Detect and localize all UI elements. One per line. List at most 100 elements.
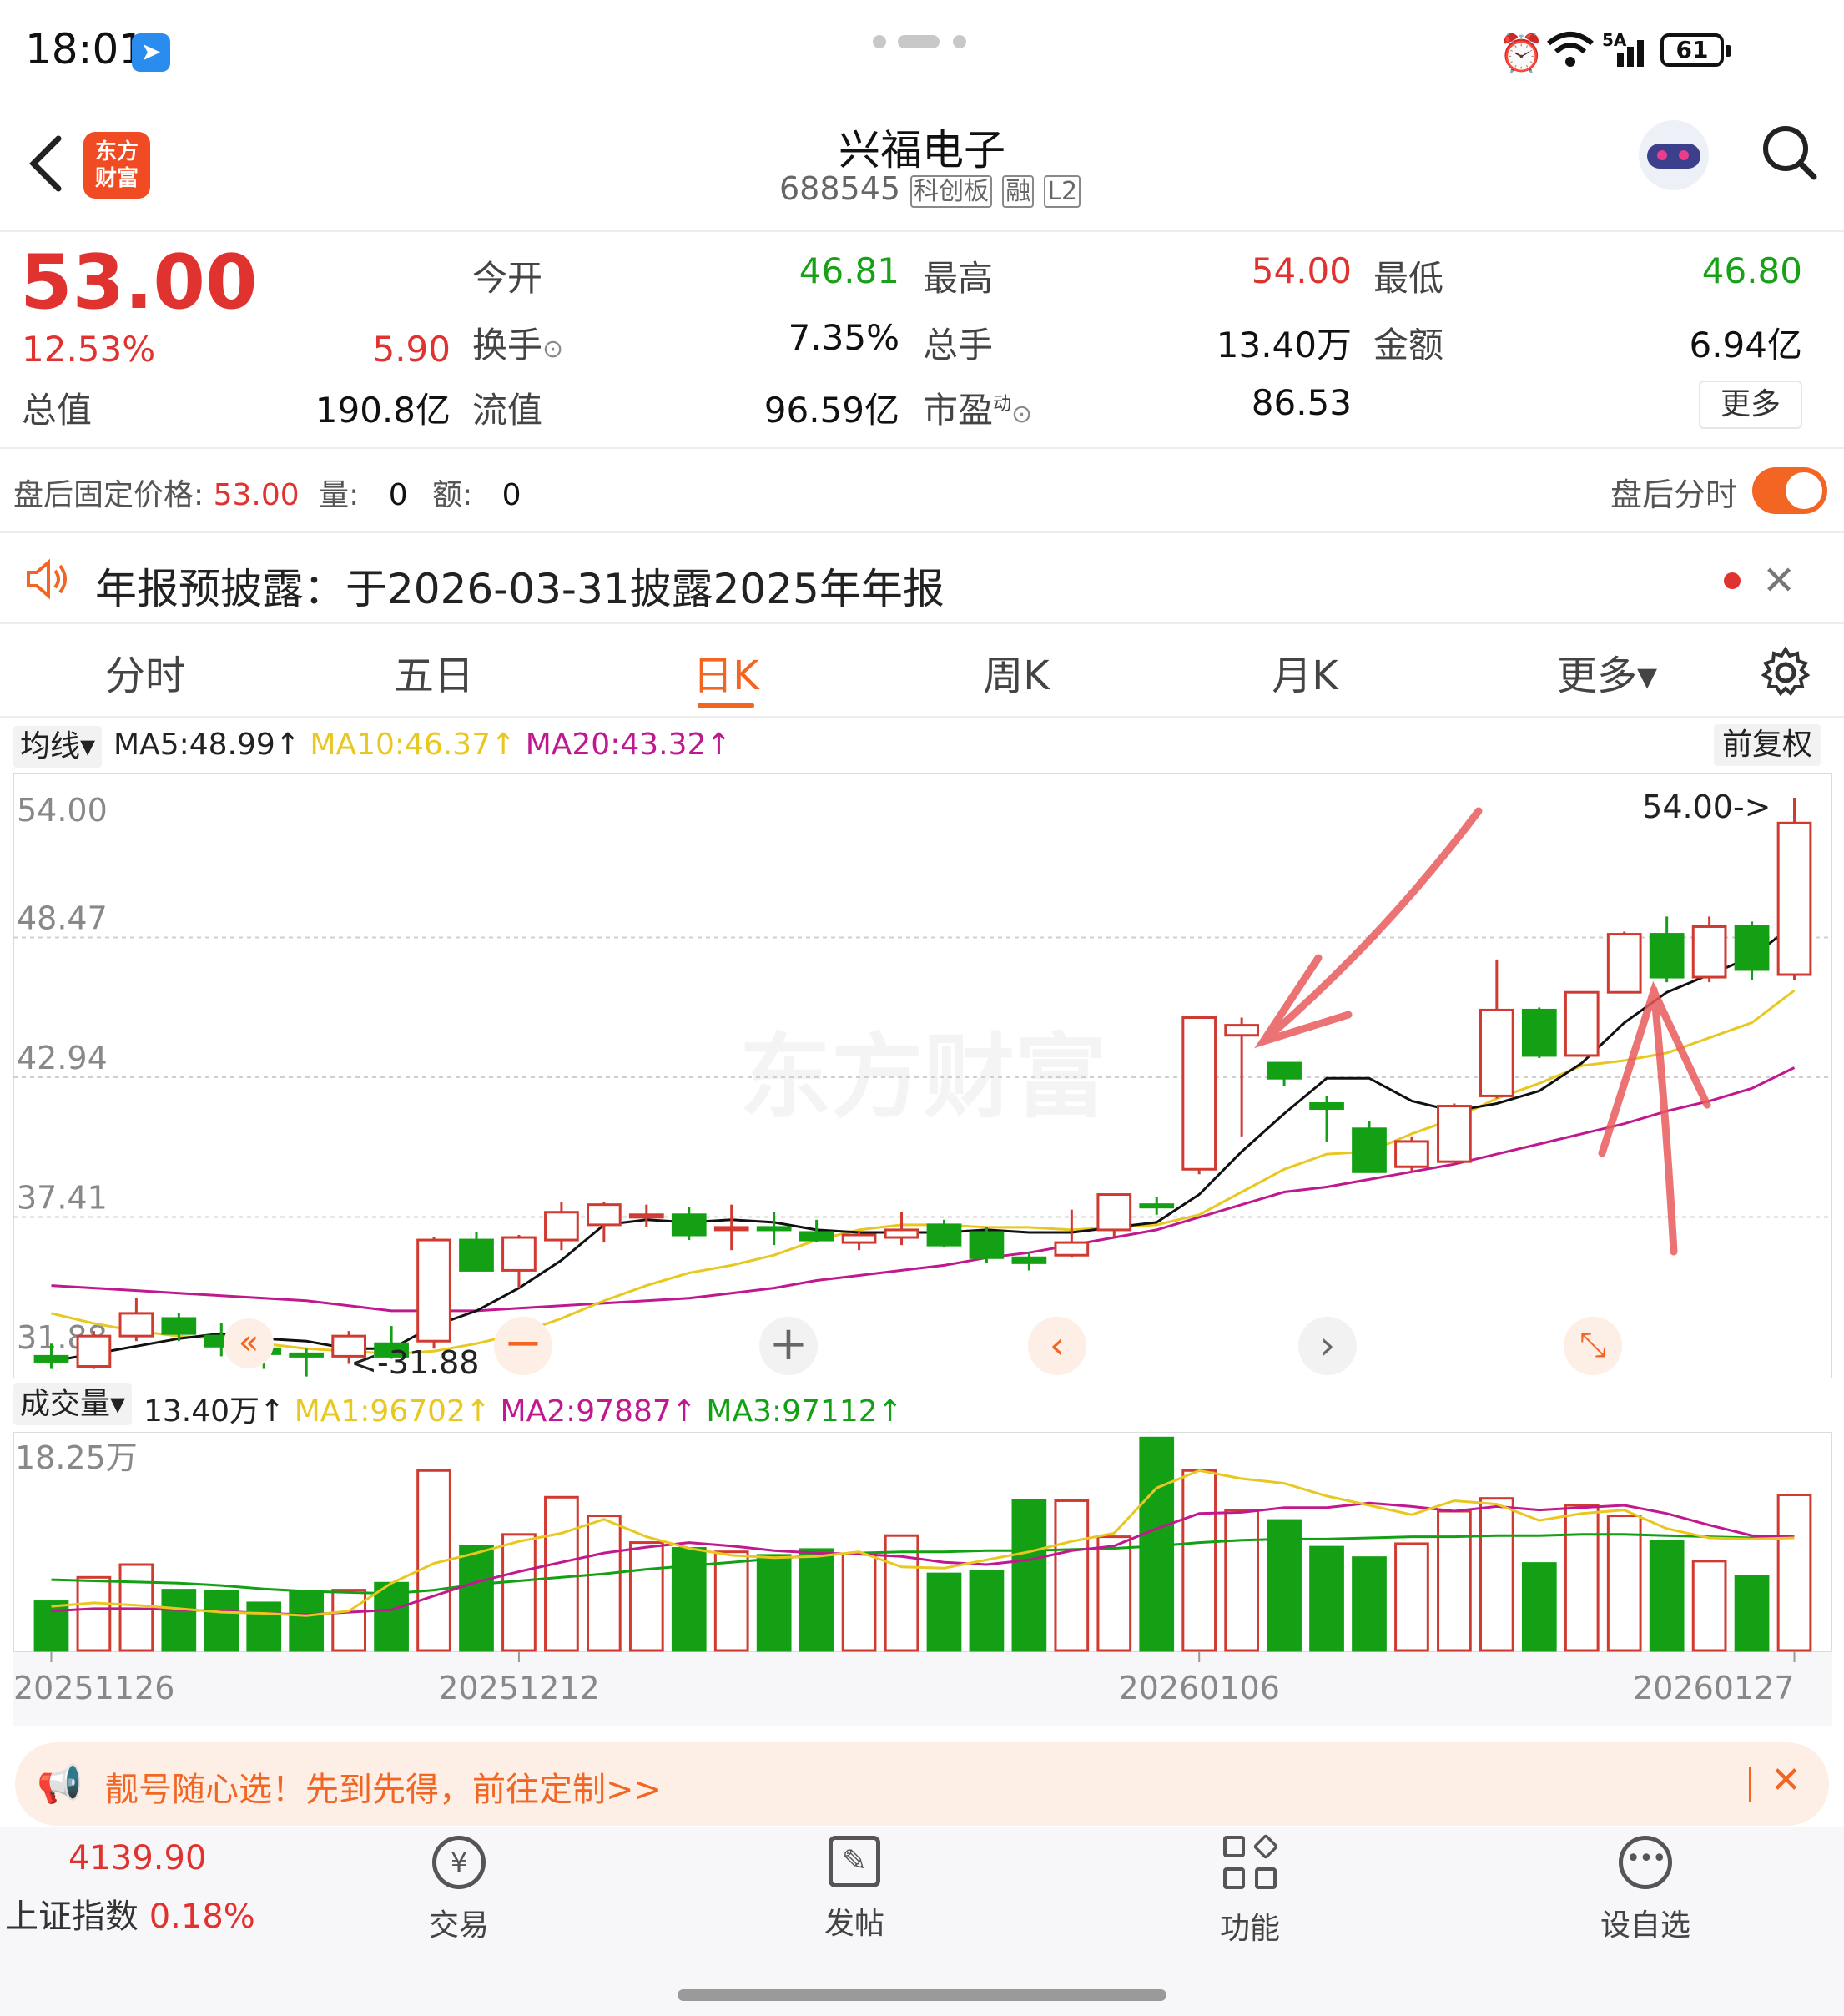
pe-sup: 动 [993,394,1012,415]
candle-body [671,1213,707,1237]
price-adjust-button[interactable]: 前复权 [1714,724,1821,766]
robot-assistant-icon[interactable] [1639,120,1709,190]
stock-name: 兴福电子 [839,126,1005,174]
date-label: 20251126 [13,1670,174,1706]
index-value[interactable]: 4139.90 [68,1839,206,1877]
candle-body [713,1226,749,1232]
price-axis-label: 42.94 [17,1040,108,1076]
app-logo: 东方 财富 [83,132,150,199]
nav-functions[interactable]: 功能 [1125,1833,1375,1948]
date-axis-bg [13,1652,1832,1726]
tab-more[interactable]: 更多▾ [1465,643,1749,701]
candle-body [1267,1061,1302,1080]
back-button[interactable] [25,134,65,197]
more-button[interactable]: 更多 [1699,381,1802,429]
after-hours-toggle[interactable] [1752,467,1827,514]
scroll-right-button[interactable]: › [1298,1317,1357,1375]
volume-chart[interactable]: 18.25万 20251126 20251212 20260106 20260127 [13,1432,1832,1726]
notice-text[interactable]: 年报预披露：于2026-03-31披露2025年年报 [95,556,945,616]
candle-body [501,1236,537,1272]
signal-icon: 5A [1602,30,1650,70]
badge-star-market: 科创板 [910,175,993,208]
volume-axis-label: 18.25万 [15,1439,138,1476]
candle-body [1309,1102,1344,1111]
candle-body [459,1238,494,1272]
candle-body [1224,1024,1260,1037]
total-value: 190.8亿 [315,390,451,431]
volume-bar [1521,1562,1557,1652]
hand-drawn-arrow [1254,807,1483,1049]
low-label: 最低 [1373,258,1444,299]
battery-icon: 61 [1660,33,1731,67]
tab-daily-k[interactable]: 日K [584,643,868,701]
fast-back-button[interactable]: « [224,1318,274,1368]
app-notification-icon: ➤ [132,33,170,72]
nav-post[interactable]: ✎ 发帖 [729,1836,980,1943]
info-icon[interactable]: ⊙ [542,335,563,364]
date-label: 20260106 [1118,1670,1279,1706]
volume-bar [1224,1509,1260,1652]
close-banner-icon[interactable]: ✕ [1771,1759,1801,1802]
zoom-in-button[interactable]: + [759,1317,818,1375]
volume-bar [1437,1509,1472,1652]
settings-gear-icon[interactable] [1759,646,1812,703]
nav-add-watchlist[interactable]: ••• 设自选 [1520,1836,1771,1944]
volume-bar [969,1570,1005,1652]
active-tab-indicator [698,703,754,708]
turnover-label-text: 换手 [472,325,543,365]
candle-body [544,1211,579,1242]
nav-post-label: 发帖 [824,1907,884,1941]
change-percent: 12.53% [22,329,156,370]
tab-monthly-k[interactable]: 月K [1163,643,1447,701]
home-indicator [678,1989,1166,2001]
volume-bar [161,1589,197,1652]
vol-ma3-value: MA3:97112↑ [706,1394,903,1429]
volume-bar [841,1552,877,1652]
candle-body [1606,933,1642,994]
pe-value: 86.53 [1251,382,1352,423]
pe-label-text: 市盈 [923,390,994,431]
volume-bar [76,1575,112,1652]
after-hours-price: 53.00 [213,478,300,512]
index-change: 0.18% [149,1898,255,1936]
current-price: 53.00 [20,239,258,326]
candle-body [1521,1008,1557,1057]
high-value: 54.00 [1251,250,1352,291]
date-label: 20260127 [1633,1670,1794,1706]
candle-body [1011,1256,1047,1264]
candle-body [118,1312,154,1338]
nav-trade[interactable]: ¥ 交易 [334,1836,584,1944]
zoom-out-button[interactable]: − [494,1317,552,1375]
after-hours-amt: 0 [501,478,521,512]
candle-body [1096,1193,1132,1232]
candle-body [1776,821,1812,976]
info-icon[interactable]: ⊙ [1011,400,1032,429]
volume-bar [628,1541,664,1652]
amount-value: 6.94亿 [1689,325,1802,365]
promo-banner[interactable]: 📢 靓号随心选！先到先得，前往定制>> ✕ [15,1742,1829,1826]
candle-body [799,1231,834,1242]
change-amount: 5.90 [372,329,451,370]
tab-intraday[interactable]: 分时 [3,643,287,701]
tab-five-day[interactable]: 五日 [292,643,576,701]
open-value: 46.81 [799,250,899,291]
ma-selector[interactable]: 均线▾ [13,726,103,768]
search-icon[interactable] [1761,123,1819,185]
volume-bar [204,1590,239,1652]
close-notice-icon[interactable]: ✕ [1762,557,1796,604]
volume-bar [33,1600,69,1652]
kline-chart[interactable]: 东方财富54.0048.4742.9437.4131.8854.00-><-31… [13,773,1832,1378]
ma10-value: MA10:46.37↑ [310,728,516,762]
badge-margin: 融 [1002,175,1035,208]
volume-bar [1011,1499,1047,1652]
high-label: 最高 [923,258,994,299]
volume-frame [13,1432,1832,1653]
volume-bar [544,1495,579,1652]
scroll-left-button[interactable]: ‹ [1028,1317,1086,1375]
volume-selector[interactable]: 成交量▾ [13,1383,133,1425]
candle-body [161,1317,197,1335]
fullscreen-expand-icon[interactable]: ⤡ [1564,1317,1622,1375]
tab-weekly-k[interactable]: 周K [874,643,1158,701]
edit-pencil-icon: ✎ [829,1836,880,1887]
index-name-row[interactable]: 上证指数 0.18% [5,1889,255,1938]
